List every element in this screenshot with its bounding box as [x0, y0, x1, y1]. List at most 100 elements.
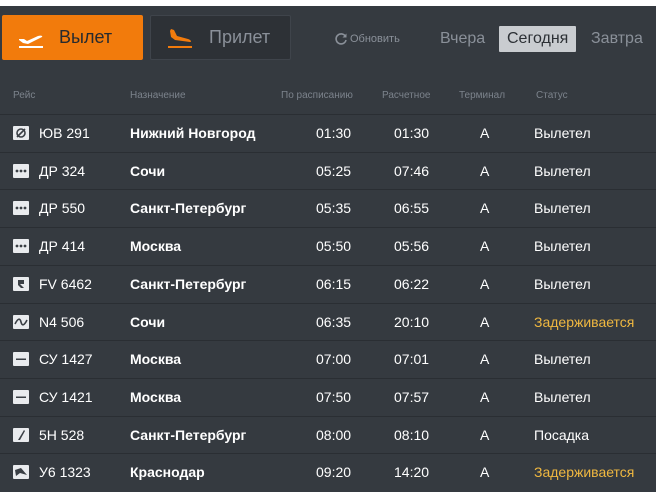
- flight-row[interactable]: ДР 550 Санкт-Петербург 05:35 06:55 A Вылетел: [0, 189, 656, 226]
- column-header-scheduled: По расписанию: [281, 90, 353, 101]
- flight-row[interactable]: У6 1323 Краснодар 09:20 14:20 A Задерживается: [0, 453, 656, 490]
- airline-wave-icon: [13, 314, 29, 329]
- scheduled-time: 06:35: [316, 313, 352, 330]
- flight-status: Вылетел: [534, 238, 591, 255]
- flight-destination: Москва: [130, 351, 182, 368]
- flight-status: Вылетел: [534, 351, 591, 368]
- refresh-label: Обновить: [350, 33, 400, 45]
- terminal: A: [480, 464, 490, 481]
- departures-tab-label: Вылет: [59, 27, 113, 47]
- day-tomorrow-button[interactable]: Завтра: [583, 26, 651, 52]
- terminal: A: [480, 351, 490, 368]
- flight-destination: Сочи: [130, 162, 166, 179]
- terminal: A: [480, 275, 490, 292]
- scheduled-time: 08:00: [316, 426, 352, 443]
- plane-takeoff-icon: [19, 35, 43, 48]
- column-header-destination: Назначение: [130, 90, 186, 101]
- flight-row[interactable]: СУ 1421 Москва 07:50 07:57 A Вылетел: [0, 377, 656, 415]
- flight-destination: Сочи: [130, 313, 166, 330]
- scheduled-time: 05:35: [316, 200, 352, 217]
- flight-status: Вылетел: [534, 200, 591, 217]
- terminal: A: [480, 125, 490, 141]
- flight-number: 5Н 528: [39, 426, 85, 443]
- estimated-time: 01:30: [394, 125, 430, 141]
- arrivals-tab-label: Прилет: [209, 27, 271, 47]
- scheduled-time: 05:50: [316, 238, 352, 255]
- estimated-time: 06:22: [394, 275, 430, 292]
- flight-number: У6 1323: [39, 464, 91, 481]
- flight-destination: Москва: [130, 388, 182, 405]
- board-header: Вылет Прилет Обновить Вчера Сегодня Завт…: [0, 6, 656, 64]
- airline-plane-icon: [13, 465, 29, 480]
- column-header-flight: Рейс: [13, 90, 36, 101]
- estimated-time: 07:01: [394, 351, 430, 368]
- flight-number: ЮВ 291: [39, 125, 90, 141]
- terminal: A: [480, 313, 490, 330]
- terminal: A: [480, 426, 490, 443]
- scheduled-time: 05:25: [316, 162, 352, 179]
- estimated-time: 06:55: [394, 200, 430, 217]
- arrivals-tab-button[interactable]: Прилет: [150, 15, 291, 60]
- airline-dots-icon: [13, 201, 29, 216]
- flight-number: N4 506: [39, 313, 85, 330]
- plane-landing-icon: [168, 28, 192, 48]
- flight-number: ДР 324: [39, 162, 86, 179]
- estimated-time: 20:10: [394, 313, 430, 330]
- flight-destination: Санкт-Петербург: [130, 426, 247, 443]
- flight-row[interactable]: ДР 324 Сочи 05:25 07:46 A Вылетел: [0, 151, 656, 189]
- flight-number: СУ 1427: [39, 351, 93, 368]
- flight-row[interactable]: 5Н 528 Санкт-Петербург 08:00 08:10 A Посадка: [0, 415, 656, 453]
- scheduled-time: 09:20: [316, 464, 352, 481]
- flight-row[interactable]: FV 6462 Санкт-Петербург 06:15 06:22 A Вылетел: [0, 264, 656, 302]
- utair-logo-icon: [13, 126, 29, 140]
- estimated-time: 05:56: [394, 238, 430, 255]
- estimated-time: 08:10: [394, 426, 430, 443]
- flight-status: Вылетел: [534, 162, 591, 179]
- estimated-time: 07:57: [394, 388, 430, 405]
- airline-dots-icon: [13, 239, 29, 254]
- estimated-time: 07:46: [394, 162, 430, 179]
- flight-destination: Нижний Новгород: [130, 125, 256, 141]
- flight-destination: Санкт-Петербург: [130, 200, 247, 217]
- flight-row[interactable]: N4 506 Сочи 06:35 20:10 A Задерживается: [0, 302, 656, 340]
- terminal: A: [480, 238, 490, 255]
- flight-destination: Москва: [130, 238, 182, 255]
- column-header-status: Статус: [536, 90, 568, 101]
- flight-status: Вылетел: [534, 125, 591, 141]
- flight-board: Вылет Прилет Обновить Вчера Сегодня Завт…: [0, 6, 656, 492]
- flight-destination: Санкт-Петербург: [130, 275, 247, 292]
- scheduled-time: 06:15: [316, 275, 352, 292]
- flight-number: СУ 1421: [39, 388, 93, 405]
- flight-status: Вылетел: [534, 388, 591, 405]
- flight-status: Задерживается: [534, 313, 635, 330]
- scheduled-time: 07:50: [316, 388, 352, 405]
- airline-r-icon: [13, 276, 29, 291]
- day-today-button[interactable]: Сегодня: [499, 26, 577, 52]
- refresh-icon: [335, 33, 347, 45]
- airline-dots-icon: [13, 163, 29, 178]
- terminal: A: [480, 388, 490, 405]
- flight-row[interactable]: ЮВ 291 Нижний Новгород 01:30 01:30 A Вылетел: [0, 114, 656, 151]
- flight-status: Вылетел: [534, 275, 591, 292]
- flight-status: Задерживается: [534, 464, 635, 481]
- airline-dash-icon: [13, 389, 29, 404]
- terminal: A: [480, 162, 490, 179]
- scheduled-time: 01:30: [316, 125, 352, 141]
- airline-dash-icon: [13, 352, 29, 367]
- flight-destination: Краснодар: [130, 464, 205, 481]
- flight-row[interactable]: ДР 414 Москва 05:50 05:56 A Вылетел: [0, 227, 656, 264]
- table-header: Рейс Назначение По расписанию Расчетное …: [0, 86, 656, 106]
- flight-status: Посадка: [534, 426, 590, 443]
- estimated-time: 14:20: [394, 464, 430, 481]
- column-header-estimated: Расчетное: [382, 90, 431, 101]
- flight-number: ДР 414: [39, 238, 86, 255]
- flight-row[interactable]: СУ 1427 Москва 07:00 07:01 A Вылетел: [0, 340, 656, 377]
- column-header-terminal: Терминал: [459, 90, 506, 101]
- scheduled-time: 07:00: [316, 351, 352, 368]
- day-yesterday-button[interactable]: Вчера: [432, 26, 493, 52]
- terminal: A: [480, 200, 490, 217]
- airline-slash-icon: [13, 427, 29, 442]
- departures-tab-button[interactable]: Вылет: [2, 15, 143, 60]
- flight-number: FV 6462: [39, 275, 92, 292]
- refresh-button[interactable]: Обновить: [334, 32, 400, 46]
